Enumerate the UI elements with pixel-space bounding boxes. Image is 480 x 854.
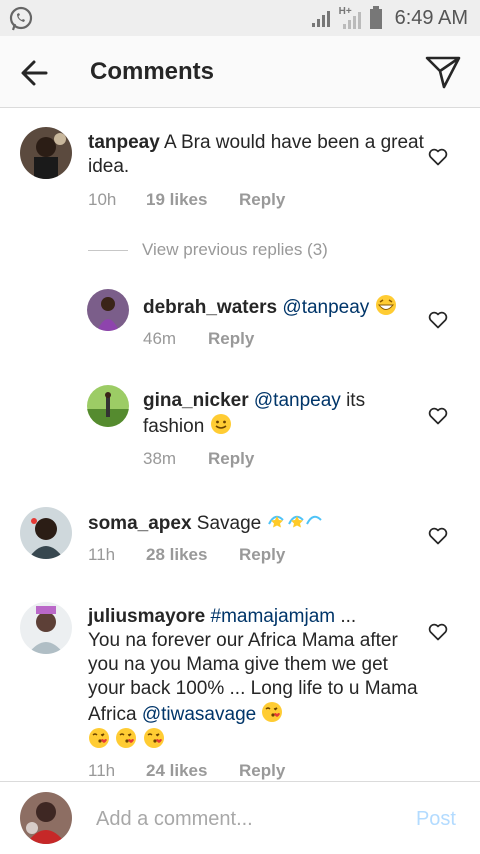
- comment-hashtag[interactable]: #mamajamjam: [211, 606, 336, 627]
- comment-input[interactable]: [96, 804, 386, 834]
- signal-icon: [311, 11, 330, 27]
- view-previous-replies-label: View previous replies (3): [142, 240, 328, 259]
- comment-text: tanpeay A Bra would have been a great id…: [88, 131, 428, 179]
- comment-time: 38m: [143, 449, 177, 468]
- kissing-face-icon: [89, 728, 109, 748]
- comment-mention[interactable]: @tanpeay: [282, 297, 369, 318]
- reply-button[interactable]: Reply: [208, 329, 254, 349]
- whatsapp-icon: [9, 6, 33, 31]
- avatar[interactable]: [20, 792, 72, 844]
- comment-time: 10h: [88, 190, 117, 209]
- avatar[interactable]: [87, 289, 129, 331]
- status-icons: H+ 6:49 AM: [311, 0, 468, 36]
- avatar[interactable]: [20, 127, 72, 179]
- reply-button[interactable]: Reply: [208, 449, 254, 469]
- status-time: 6:49 AM: [394, 6, 468, 29]
- comment-text: soma_apex Savage: [88, 510, 418, 536]
- avatar[interactable]: [20, 602, 72, 654]
- comment-username[interactable]: gina_nicker: [143, 390, 249, 411]
- view-previous-replies[interactable]: View previous replies (3): [88, 240, 328, 260]
- comment-meta: 11h 24 likes Reply: [88, 761, 285, 781]
- smiling-face-icon: [210, 414, 231, 434]
- kissing-face-icon: [116, 728, 137, 748]
- comment-mention[interactable]: @tanpeay: [254, 390, 341, 411]
- grinning-face-icon: [375, 295, 396, 315]
- comment-composer: Post: [0, 781, 480, 854]
- reply-button[interactable]: Reply: [239, 545, 285, 565]
- comment-meta: 11h 28 likes Reply: [88, 545, 285, 565]
- comment-username[interactable]: soma_apex: [88, 513, 192, 534]
- battery-icon: [369, 6, 382, 29]
- comment-meta: 10h 19 likes Reply: [88, 190, 285, 210]
- heart-icon[interactable]: [428, 623, 448, 641]
- reply-button[interactable]: Reply: [239, 761, 285, 781]
- comment-username[interactable]: tanpeay: [88, 132, 160, 153]
- back-arrow-icon[interactable]: [18, 56, 52, 90]
- heart-icon[interactable]: [428, 148, 448, 166]
- post-button[interactable]: Post: [416, 808, 456, 831]
- comment-text: debrah_waters @tanpeay: [143, 294, 433, 320]
- heart-icon[interactable]: [428, 527, 448, 545]
- comment-text: juliusmayore #mamajamjam ... You na forev…: [88, 605, 420, 753]
- reply-button[interactable]: Reply: [239, 190, 285, 210]
- comment-likes[interactable]: 28 likes: [146, 545, 239, 565]
- comment-text: gina_nicker @tanpeay its fashion: [143, 389, 413, 439]
- heart-icon[interactable]: [428, 407, 448, 425]
- heart-icon[interactable]: [428, 311, 448, 329]
- status-bar: H+ 6:49 AM: [0, 0, 480, 36]
- comment-body-first-line: ...: [335, 606, 357, 627]
- kissing-face-icon: [262, 702, 283, 722]
- comment-time: 11h: [88, 545, 116, 564]
- comment-body: Savage: [191, 513, 267, 534]
- kissing-face-icon: [143, 728, 164, 748]
- comment-username[interactable]: debrah_waters: [143, 297, 277, 318]
- divider-line: [88, 249, 128, 251]
- signal-icon: H+: [339, 6, 363, 30]
- comment-time: 46m: [143, 329, 177, 348]
- comment-meta: 38m Reply: [143, 449, 254, 469]
- page-title: Comments: [90, 58, 215, 85]
- comment-username[interactable]: juliusmayore: [88, 606, 205, 627]
- dizzy-stars-icon: [267, 515, 322, 528]
- comment-mention[interactable]: @tiwasavage: [142, 704, 256, 725]
- avatar[interactable]: [20, 507, 72, 559]
- comment-likes[interactable]: 24 likes: [146, 761, 239, 781]
- app-bar: Comments: [0, 36, 480, 108]
- comment-list[interactable]: tanpeay A Bra would have been a great id…: [0, 109, 480, 781]
- comment-likes[interactable]: 19 likes: [146, 190, 239, 210]
- comment-time: 11h: [88, 761, 116, 780]
- comment-meta: 46m Reply: [143, 329, 254, 349]
- send-icon[interactable]: [424, 54, 462, 90]
- avatar[interactable]: [87, 385, 129, 427]
